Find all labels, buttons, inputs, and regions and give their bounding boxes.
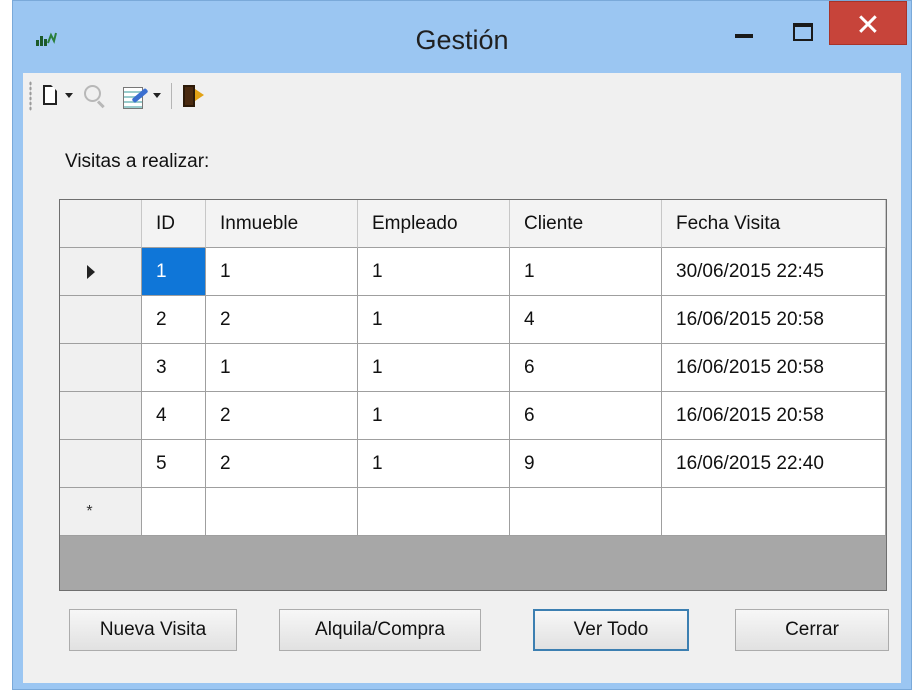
column-header-id[interactable]: ID <box>142 200 206 248</box>
cell-cliente[interactable]: 9 <box>510 440 662 488</box>
column-header-inmueble[interactable]: Inmueble <box>206 200 358 248</box>
maximize-button[interactable] <box>773 1 833 45</box>
cell-id[interactable]: 5 <box>142 440 206 488</box>
cerrar-button[interactable]: Cerrar <box>735 609 889 651</box>
table-row[interactable]: 2 2 1 4 16/06/2015 20:58 <box>60 296 886 344</box>
grid-header-row: ID Inmueble Empleado Cliente Fecha Visit… <box>60 200 886 248</box>
cell-cliente[interactable]: 6 <box>510 344 662 392</box>
table-row[interactable]: 4 2 1 6 16/06/2015 20:58 <box>60 392 886 440</box>
column-header-empleado[interactable]: Empleado <box>358 200 510 248</box>
cell-fecha-visita[interactable]: 16/06/2015 20:58 <box>662 296 886 344</box>
nueva-visita-button[interactable]: Nueva Visita <box>69 609 237 651</box>
cell-empleado[interactable] <box>358 488 510 536</box>
cell-inmueble[interactable]: 2 <box>206 392 358 440</box>
edit-dropdown-icon[interactable] <box>153 93 161 98</box>
column-header-cliente[interactable]: Cliente <box>510 200 662 248</box>
cell-id[interactable]: 2 <box>142 296 206 344</box>
row-header[interactable] <box>60 296 142 344</box>
cell-cliente[interactable]: 6 <box>510 392 662 440</box>
cell-empleado[interactable]: 1 <box>358 392 510 440</box>
row-header[interactable] <box>60 344 142 392</box>
new-document-icon[interactable] <box>41 79 61 113</box>
search-icon[interactable] <box>81 79 107 113</box>
cell-id[interactable]: 1 <box>142 248 206 296</box>
new-row[interactable]: * <box>60 488 886 536</box>
gestion-window: Gestión ✕ Visitas a realizar: ID Inmuebl… <box>12 0 912 690</box>
visits-grid[interactable]: ID Inmueble Empleado Cliente Fecha Visit… <box>59 199 887 591</box>
window-content: Visitas a realizar: ID Inmueble Empleado… <box>23 73 901 683</box>
exit-icon[interactable] <box>181 79 207 113</box>
cell-cliente[interactable]: 1 <box>510 248 662 296</box>
cell-inmueble[interactable]: 2 <box>206 296 358 344</box>
row-header[interactable] <box>60 248 142 296</box>
edit-icon[interactable] <box>121 79 149 113</box>
cell-inmueble[interactable]: 1 <box>206 344 358 392</box>
cell-inmueble[interactable]: 1 <box>206 248 358 296</box>
grid-corner-header[interactable] <box>60 200 142 248</box>
cell-id[interactable]: 3 <box>142 344 206 392</box>
table-row[interactable]: 3 1 1 6 16/06/2015 20:58 <box>60 344 886 392</box>
visits-label: Visitas a realizar: <box>65 151 210 172</box>
ver-todo-button[interactable]: Ver Todo <box>533 609 689 651</box>
row-header[interactable] <box>60 392 142 440</box>
cell-empleado[interactable]: 1 <box>358 440 510 488</box>
cell-inmueble[interactable] <box>206 488 358 536</box>
row-header[interactable] <box>60 440 142 488</box>
minimize-button[interactable] <box>713 1 773 45</box>
cell-fecha-visita[interactable] <box>662 488 886 536</box>
cell-empleado[interactable]: 1 <box>358 248 510 296</box>
table-row[interactable]: 5 2 1 9 16/06/2015 22:40 <box>60 440 886 488</box>
cell-fecha-visita[interactable]: 16/06/2015 22:40 <box>662 440 886 488</box>
row-header[interactable]: * <box>60 488 142 536</box>
table-row[interactable]: 1 1 1 1 30/06/2015 22:45 <box>60 248 886 296</box>
toolbar-separator <box>171 83 172 109</box>
cell-empleado[interactable]: 1 <box>358 344 510 392</box>
toolbar-grip[interactable] <box>29 81 32 111</box>
cell-id[interactable] <box>142 488 206 536</box>
cell-id[interactable]: 4 <box>142 392 206 440</box>
close-button[interactable]: ✕ <box>829 1 907 45</box>
new-row-asterisk-icon: * <box>86 502 93 520</box>
alquila-compra-button[interactable]: Alquila/Compra <box>279 609 481 651</box>
toolbar <box>23 73 901 119</box>
cell-cliente[interactable] <box>510 488 662 536</box>
cell-empleado[interactable]: 1 <box>358 296 510 344</box>
cell-inmueble[interactable]: 2 <box>206 440 358 488</box>
cell-fecha-visita[interactable]: 30/06/2015 22:45 <box>662 248 886 296</box>
title-bar[interactable]: Gestión ✕ <box>13 1 911 73</box>
cell-fecha-visita[interactable]: 16/06/2015 20:58 <box>662 344 886 392</box>
close-icon: ✕ <box>855 8 881 43</box>
new-document-dropdown-icon[interactable] <box>65 93 73 98</box>
cell-fecha-visita[interactable]: 16/06/2015 20:58 <box>662 392 886 440</box>
current-row-indicator-icon <box>86 264 95 279</box>
cell-cliente[interactable]: 4 <box>510 296 662 344</box>
column-header-fecha-visita[interactable]: Fecha Visita <box>662 200 886 248</box>
